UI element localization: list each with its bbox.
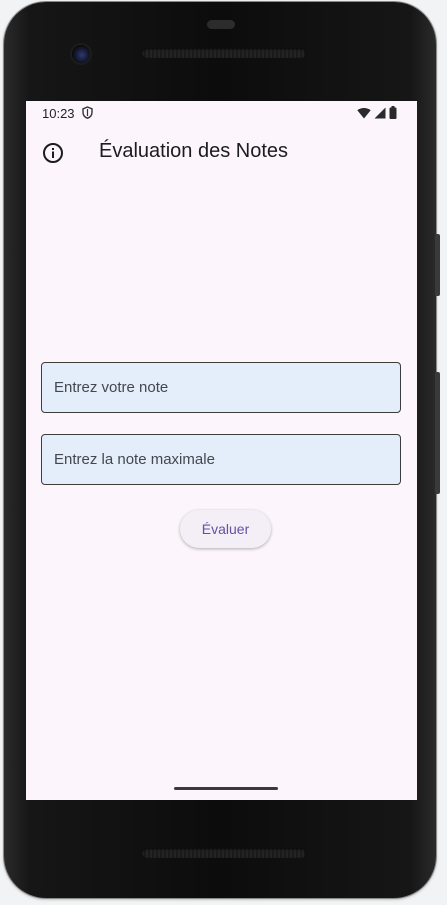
max-note-field: [41, 434, 401, 485]
app-bar: Évaluation des Notes: [26, 131, 417, 175]
wifi-icon: [357, 106, 371, 124]
evaluate-button[interactable]: Évaluer: [180, 510, 271, 548]
note-field: [41, 362, 401, 413]
max-note-input[interactable]: [42, 435, 400, 484]
gesture-bar[interactable]: [174, 787, 278, 790]
status-bar: 10:23: [26, 101, 417, 125]
proximity-sensor: [207, 20, 235, 29]
page-title: Évaluation des Notes: [99, 140, 289, 162]
status-time: 10:23: [42, 106, 75, 121]
top-speaker: [142, 48, 306, 58]
note-input[interactable]: [42, 363, 400, 412]
cellular-icon: [374, 106, 386, 124]
screen: 10:23 Évaluation des Notes Entrez votre …: [26, 101, 417, 800]
volume-button: [435, 372, 440, 494]
power-button: [435, 234, 440, 296]
battery-icon: [389, 106, 397, 124]
bottom-speaker: [142, 848, 306, 858]
info-icon[interactable]: [42, 142, 64, 164]
front-camera: [72, 45, 90, 63]
status-icons: [357, 106, 397, 124]
phone-frame: 10:23 Évaluation des Notes Entrez votre …: [4, 2, 440, 898]
shield-icon: [82, 106, 93, 124]
